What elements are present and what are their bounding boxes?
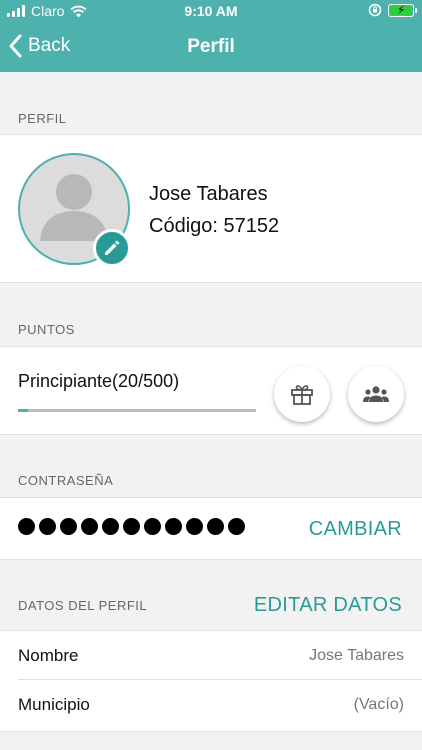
password-dot xyxy=(102,518,119,535)
profile-code: Código: 57152 xyxy=(149,215,280,237)
row-value: Jose Tabares xyxy=(309,647,404,664)
password-dot xyxy=(144,518,161,535)
rotation-lock-icon xyxy=(368,3,382,17)
points-card: Principiante(20/500) xyxy=(0,346,422,435)
data-row-nombre[interactable]: Nombre Jose Tabares xyxy=(0,630,422,680)
password-dot xyxy=(207,518,224,535)
rewards-button[interactable] xyxy=(274,366,330,422)
gift-icon xyxy=(291,385,313,405)
row-label: Nombre xyxy=(18,646,79,665)
password-dot xyxy=(186,518,203,535)
profile-name: Jose Tabares xyxy=(149,183,268,205)
change-password-button[interactable]: CAMBIAR xyxy=(309,518,402,541)
battery-icon: ⚡ xyxy=(388,3,417,17)
status-bar: Claro 9:10 AM ⚡ xyxy=(0,0,422,24)
row-label: Municipio xyxy=(18,695,90,714)
password-card: CAMBIAR xyxy=(0,497,422,560)
status-time: 9:10 AM xyxy=(184,3,238,19)
profile-card: Jose Tabares Código: 57152 xyxy=(0,134,422,283)
section-label-contrasena: CONTRASEÑA xyxy=(18,473,114,488)
status-right: ⚡ xyxy=(368,3,417,17)
password-dot xyxy=(123,518,140,535)
pencil-icon xyxy=(105,240,120,255)
masked-password xyxy=(18,518,245,535)
group-button[interactable] xyxy=(348,366,404,422)
section-label-datos: DATOS DEL PERFIL xyxy=(18,598,148,613)
password-dot xyxy=(81,518,98,535)
password-dot xyxy=(228,518,245,535)
edit-data-button[interactable]: EDITAR DATOS xyxy=(254,594,402,617)
points-progress-fill xyxy=(18,409,28,412)
top-bar: Claro 9:10 AM ⚡ Back Perfil xyxy=(0,0,422,72)
password-dot xyxy=(60,518,77,535)
row-value: (Vacío) xyxy=(353,696,404,713)
points-progress-bar xyxy=(18,409,256,412)
password-dot xyxy=(165,518,182,535)
data-row-municipio[interactable]: Municipio (Vacío) xyxy=(0,680,422,732)
group-icon xyxy=(363,386,389,402)
section-label-perfil: PERFIL xyxy=(18,111,67,126)
password-dot xyxy=(18,518,35,535)
password-dot xyxy=(39,518,56,535)
page-title: Perfil xyxy=(187,36,235,57)
section-label-puntos: PUNTOS xyxy=(18,322,75,337)
level-text: Principiante(20/500) xyxy=(18,371,180,391)
navigation-bar: Back Perfil xyxy=(0,24,422,72)
edit-avatar-button[interactable] xyxy=(93,229,131,267)
